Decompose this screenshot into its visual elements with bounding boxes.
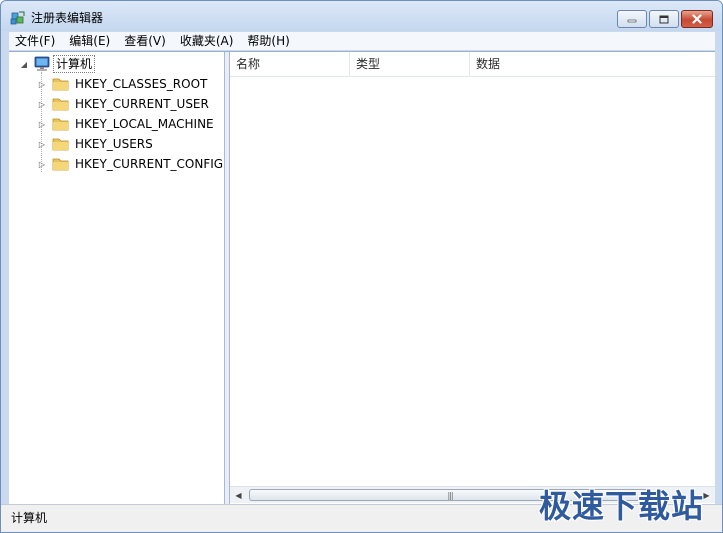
column-data[interactable]: 数据 [470,52,715,77]
values-list[interactable]: 名称 类型 数据 ◀ ||| ▶ [230,52,715,504]
tree-item-label: 计算机 [53,55,96,73]
folder-icon [51,76,71,92]
menu-help[interactable]: 帮助(H) [241,32,295,50]
column-name[interactable]: 名称 [230,52,350,77]
collapse-arrow-icon[interactable]: ◢ [19,59,29,69]
menu-edit[interactable]: 编辑(E) [63,32,116,50]
expand-arrow-icon[interactable]: ▷ [37,159,47,169]
registry-editor-icon [10,10,26,26]
menu-bar: 文件(F) 编辑(E) 查看(V) 收藏夹(A) 帮助(H) [9,32,715,50]
tree-item-computer[interactable]: ◢ 计算机 [19,54,96,74]
menu-file[interactable]: 文件(F) [9,32,61,50]
status-path: 计算机 [11,511,48,525]
folder-icon [51,96,71,112]
computer-icon [33,56,51,72]
tree-item-hkey-users[interactable]: ▷ HKEY_USERS [37,134,153,154]
registry-tree[interactable]: ◢ 计算机 ▷ HKEY_CLASSES_ROOT ▷ HKEY_CURRENT… [9,52,225,504]
tree-item-hkey-current-user[interactable]: ▷ HKEY_CURRENT_USER [37,94,209,114]
tree-item-label: HKEY_CLASSES_ROOT [75,77,208,91]
expand-arrow-icon[interactable]: ▷ [37,99,47,109]
tree-item-hkey-local-machine[interactable]: ▷ HKEY_LOCAL_MACHINE [37,114,214,134]
menu-view[interactable]: 查看(V) [118,32,172,50]
folder-icon [51,156,71,172]
title-bar[interactable]: 注册表编辑器 [1,1,722,31]
tree-item-hkey-current-config[interactable]: ▷ HKEY_CURRENT_CONFIG [37,154,223,174]
tree-item-label: HKEY_LOCAL_MACHINE [75,117,214,131]
expand-arrow-icon[interactable]: ▷ [37,119,47,129]
minimize-icon [627,19,637,23]
close-button[interactable] [681,10,713,28]
column-header: 名称 类型 数据 [230,52,715,77]
column-type[interactable]: 类型 [350,52,470,77]
minimize-button[interactable] [617,10,647,28]
registry-editor-window: 注册表编辑器 文件(F) 编辑(E) 查看(V) 收藏夹(A) 帮助(H) ◢ … [0,0,723,533]
folder-icon [51,116,71,132]
tree-item-label: HKEY_CURRENT_CONFIG [75,157,224,171]
tree-item-label: HKEY_CURRENT_USER [75,97,209,111]
tree-item-label: HKEY_USERS [75,137,153,151]
close-icon [692,14,702,24]
expand-arrow-icon[interactable]: ▷ [37,139,47,149]
tree-item-hkey-classes-root[interactable]: ▷ HKEY_CLASSES_ROOT [37,74,207,94]
window-title: 注册表编辑器 [31,11,104,25]
main-content: ◢ 计算机 ▷ HKEY_CLASSES_ROOT ▷ HKEY_CURRENT… [9,51,715,504]
maximize-button[interactable] [649,10,679,28]
scroll-left-arrow-icon[interactable]: ◀ [230,487,247,503]
expand-arrow-icon[interactable]: ▷ [37,79,47,89]
site-watermark: 极速下载站 [538,487,704,525]
maximize-icon [659,15,669,23]
folder-icon [51,136,71,152]
menu-favorites[interactable]: 收藏夹(A) [174,32,240,50]
